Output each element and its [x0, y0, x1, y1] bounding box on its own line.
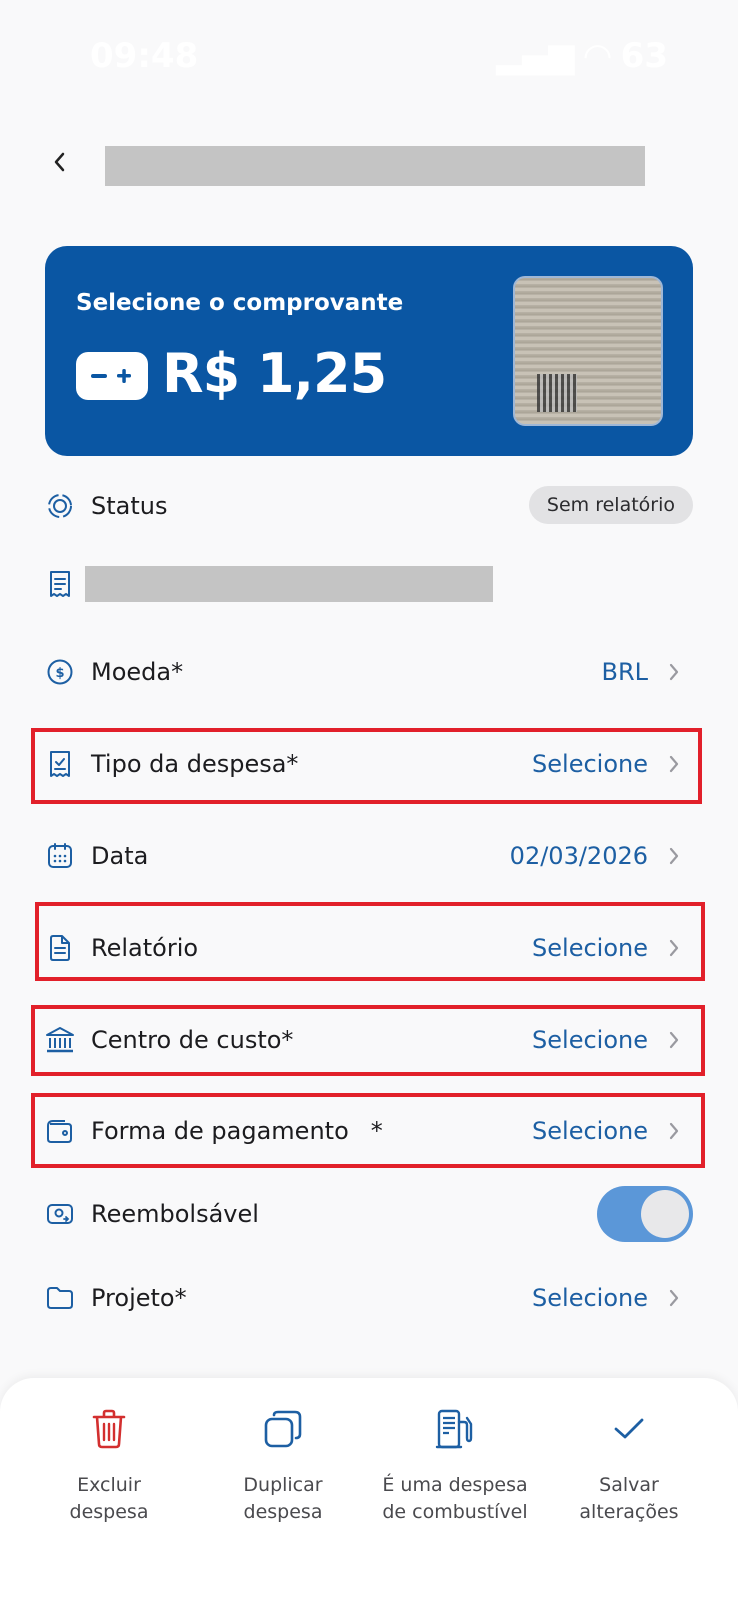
description-row[interactable]	[45, 554, 693, 614]
wifi-icon: ◠	[584, 36, 611, 76]
trash-icon	[84, 1404, 134, 1454]
project-row[interactable]: Projeto* Selecione	[45, 1268, 693, 1328]
project-label: Projeto*	[91, 1284, 187, 1312]
receipt-thumbnail[interactable]	[513, 276, 663, 426]
folder-icon	[45, 1283, 75, 1313]
chevron-left-icon	[54, 152, 65, 172]
currency-row[interactable]: $ Moeda* BRL	[45, 642, 693, 702]
status-row: Status Sem relatório	[45, 476, 693, 536]
bottom-action-bar: Excluir despesa Duplicar despesa É uma d…	[0, 1378, 738, 1600]
delete-expense-label-line2: despesa	[69, 1501, 149, 1523]
receipt-icon	[45, 569, 75, 599]
fuel-pump-icon	[430, 1404, 480, 1454]
status-time: 09:48	[90, 36, 199, 76]
amount-sign-toggle[interactable]	[76, 352, 148, 400]
page-title-redacted	[105, 146, 645, 186]
report-label: Relatório	[91, 934, 199, 962]
copy-icon	[258, 1404, 308, 1454]
chevron-right-icon	[663, 752, 685, 776]
description-redacted	[85, 566, 493, 602]
report-row[interactable]: Relatório Selecione	[45, 918, 693, 978]
expense-type-value: Selecione	[532, 750, 648, 778]
cost-center-value: Selecione	[532, 1026, 648, 1054]
status-icons: ▂▄▆ ◠ 63	[496, 36, 668, 76]
status-badge: Sem relatório	[528, 486, 693, 524]
dollar-circle-icon: $	[45, 657, 75, 687]
expense-type-icon	[45, 749, 75, 779]
date-row[interactable]: Data 02/03/2026	[45, 826, 693, 886]
chevron-right-icon	[663, 660, 685, 684]
chevron-right-icon	[663, 844, 685, 868]
project-value: Selecione	[532, 1284, 648, 1312]
currency-label: Moeda*	[91, 658, 184, 686]
chevron-right-icon	[663, 1286, 685, 1310]
delete-expense-button[interactable]: Excluir despesa	[24, 1404, 194, 1526]
bank-icon	[45, 1025, 75, 1055]
cost-center-row[interactable]: Centro de custo* Selecione	[45, 1010, 693, 1070]
qr-code-icon	[537, 374, 577, 412]
expense-type-label: Tipo da despesa*	[91, 750, 299, 778]
battery-level: 63	[620, 36, 668, 76]
header	[0, 130, 738, 200]
chevron-right-icon	[663, 1028, 685, 1052]
reimbursable-row: Reembolsável	[45, 1184, 693, 1244]
payment-method-value: Selecione	[532, 1117, 648, 1145]
duplicate-expense-button[interactable]: Duplicar despesa	[198, 1404, 368, 1526]
save-changes-label-line1: Salvar	[599, 1474, 659, 1496]
chevron-right-icon	[663, 1119, 685, 1143]
currency-value: BRL	[601, 658, 648, 686]
toggle-knob	[641, 1190, 689, 1238]
duplicate-expense-label-line2: despesa	[243, 1501, 323, 1523]
duplicate-expense-label-line1: Duplicar	[243, 1474, 323, 1496]
minus-plus-icon	[91, 369, 131, 383]
status-label: Status	[91, 492, 168, 520]
fuel-expense-label-line1: É uma despesa	[382, 1474, 528, 1496]
check-icon	[604, 1404, 654, 1454]
reimburse-icon	[45, 1199, 75, 1229]
svg-text:$: $	[55, 666, 64, 681]
payment-method-row[interactable]: Forma de pagamento * Selecione	[45, 1101, 693, 1161]
fuel-expense-label-line2: de combustível	[382, 1501, 528, 1523]
status-icon	[45, 491, 75, 521]
delete-expense-label-line1: Excluir	[77, 1474, 141, 1496]
signal-icon: ▂▄▆	[496, 36, 575, 76]
status-bar: 09:48 ▂▄▆ ◠ 63	[0, 0, 738, 100]
fuel-expense-button[interactable]: É uma despesa de combustível	[370, 1404, 540, 1526]
report-value: Selecione	[532, 934, 648, 962]
chevron-right-icon	[663, 936, 685, 960]
payment-method-required-mark: *	[370, 1117, 383, 1145]
save-changes-button[interactable]: Salvar alterações	[544, 1404, 714, 1526]
receipt-select-label: Selecione o comprovante	[76, 290, 404, 316]
date-value: 02/03/2026	[509, 842, 648, 870]
calendar-icon	[45, 841, 75, 871]
document-icon	[45, 933, 75, 963]
reimbursable-label: Reembolsável	[91, 1200, 259, 1228]
back-button[interactable]	[36, 138, 84, 186]
date-label: Data	[91, 842, 149, 870]
save-changes-label-line2: alterações	[579, 1501, 679, 1523]
cost-center-label: Centro de custo*	[91, 1026, 294, 1054]
receipt-card[interactable]: Selecione o comprovante R$ 1,25	[45, 246, 693, 456]
expense-amount[interactable]: R$ 1,25	[162, 342, 387, 405]
payment-method-label: Forma de pagamento	[91, 1117, 349, 1145]
expense-type-row[interactable]: Tipo da despesa* Selecione	[45, 734, 693, 794]
wallet-icon	[45, 1116, 75, 1146]
reimbursable-toggle[interactable]	[597, 1186, 693, 1242]
